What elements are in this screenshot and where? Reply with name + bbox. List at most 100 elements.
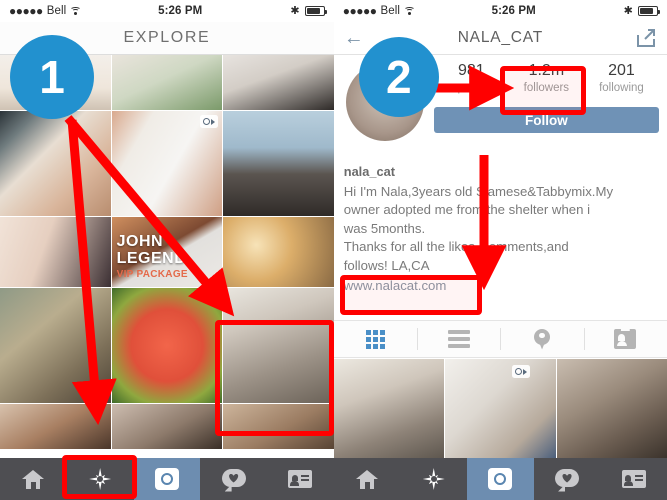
tab-home[interactable] [0,458,67,500]
status-bar-right: ✱ [227,4,334,17]
tab-home[interactable] [334,458,401,500]
grid-row [0,404,334,449]
signal-dots: ●●●●● [9,4,43,18]
stat-following-label: following [599,82,644,94]
bottom-tab-bar [333,458,667,500]
profile-card-icon [288,470,313,488]
profile-card-icon [621,470,646,488]
battery-icon [304,6,327,16]
clock: 5:26 PM [491,5,536,17]
status-bar: ●●●●● Bell 5:26 PM ✱ [333,0,667,22]
status-bar-left: ●●●●● Bell [0,5,134,17]
stat-posts-label: posts [457,82,486,94]
grid-photo[interactable] [223,55,334,110]
battery-icon [637,6,660,16]
photos-of-you-icon [614,329,637,349]
tab-tagged-view[interactable] [583,321,667,357]
video-camera-icon [511,365,530,378]
tab-profile[interactable] [600,458,667,500]
clock: 5:26 PM [158,5,203,17]
stat-following-count: 201 [608,62,635,79]
photo-caption-line1: JOHN [116,233,164,250]
profile-photo-bowties[interactable] [445,359,556,459]
grid-row [333,359,667,459]
compass-icon [422,467,446,492]
grid-row [0,55,334,110]
page-title: NALA_CAT [457,29,544,46]
tab-camera[interactable] [133,458,201,500]
share-icon[interactable] [625,29,667,47]
profile-bio: nala_cat Hi I'm Nala,3years old Siamese&… [344,163,659,296]
follow-button[interactable]: Follow [433,107,659,133]
tab-profile[interactable] [267,458,334,500]
bio-username: nala_cat [343,164,395,179]
profile-nav-bar: ← NALA_CAT [333,22,667,55]
tab-list-view[interactable] [417,321,500,357]
bio-line-3: was 5months. [343,220,426,236]
status-bar-left: ●●●●● Bell [334,5,467,17]
status-bar-right: ✱ [560,4,667,17]
stat-followers[interactable]: 1.2m followers [509,61,584,96]
heart-speech-icon [221,468,246,492]
grid-photo[interactable] [0,217,111,287]
grid-photo[interactable] [223,404,334,449]
location-pin-icon [534,328,551,350]
grid-photo[interactable] [111,111,223,216]
profile-website-link[interactable]: www.nalacat.com [344,277,447,296]
bio-line-2: owner adopted me from the shelter when i [343,202,591,217]
photo-caption-line2: LEGEND [116,250,187,267]
explore-photo-grid: JOHN LEGEND VIP PACKAGE [0,55,334,450]
stat-followers-label: followers [523,82,570,94]
grid-photo[interactable] [0,111,111,216]
bottom-tab-bar [0,458,334,500]
grid-photo[interactable] [0,288,111,403]
stat-posts-count: 981 [457,62,485,79]
grid-photo[interactable]: JOHN LEGEND VIP PACKAGE [111,217,223,287]
tab-activity[interactable] [200,458,267,500]
profile-screen: ●●●●● Bell 5:26 PM ✱ ← NALA_CAT 981 post… [333,0,667,500]
heart-speech-icon [555,468,580,492]
profile-view-tabs [333,320,667,358]
signal-dots: ●●●●● [342,4,377,18]
status-bar: ●●●●● Bell 5:26 PM ✱ [0,0,334,22]
tab-explore[interactable] [400,458,467,500]
photo-caption-line3: VIP PACKAGE [116,269,188,280]
grid-photo-cat-highlighted[interactable] [223,288,334,403]
carrier-label: Bell [46,5,67,17]
screenshot-root: ●●●●● Bell 5:26 PM ✱ EXPLORE JOHN LEGEND… [0,0,667,500]
stat-posts[interactable]: 981 posts [434,61,509,96]
home-icon [356,469,379,489]
tab-grid-view[interactable] [334,321,417,357]
bluetooth-icon: ✱ [290,4,300,17]
grid-photo[interactable] [0,55,111,110]
carrier-label: Bell [380,5,401,17]
bio-line-4: Thanks for all the likes, comments,and [343,239,569,254]
stat-following[interactable]: 201 following [584,61,659,96]
list-icon [447,330,470,348]
bluetooth-icon: ✱ [623,4,633,17]
explore-title: EXPLORE [123,29,211,46]
grid-photo[interactable] [0,404,111,449]
tab-map-view[interactable] [500,321,583,357]
tab-camera[interactable] [467,458,534,500]
grid-photo[interactable] [111,55,223,110]
tab-explore[interactable] [67,458,134,500]
bio-line-5: follows! LA,CA [343,257,430,273]
tab-activity[interactable] [534,458,601,500]
profile-photo-cat[interactable] [333,359,445,459]
back-arrow-icon[interactable]: ← [334,28,376,48]
grid-photo[interactable] [111,404,223,449]
grid-photo[interactable] [223,111,334,216]
grid-photo[interactable] [111,288,223,403]
avatar[interactable] [345,63,424,141]
profile-photo-grid [333,359,667,459]
camera-icon [154,468,179,490]
grid-row [0,111,334,216]
video-camera-icon [200,115,219,128]
profile-header: 981 posts 1.2m followers 201 following F… [333,55,667,160]
explore-screen: ●●●●● Bell 5:26 PM ✱ EXPLORE JOHN LEGEND… [0,0,334,500]
grid-photo[interactable] [223,217,334,287]
home-icon [22,469,45,489]
profile-photo-sleeping-cat[interactable] [556,359,667,459]
stat-followers-count: 1.2m [528,62,565,79]
